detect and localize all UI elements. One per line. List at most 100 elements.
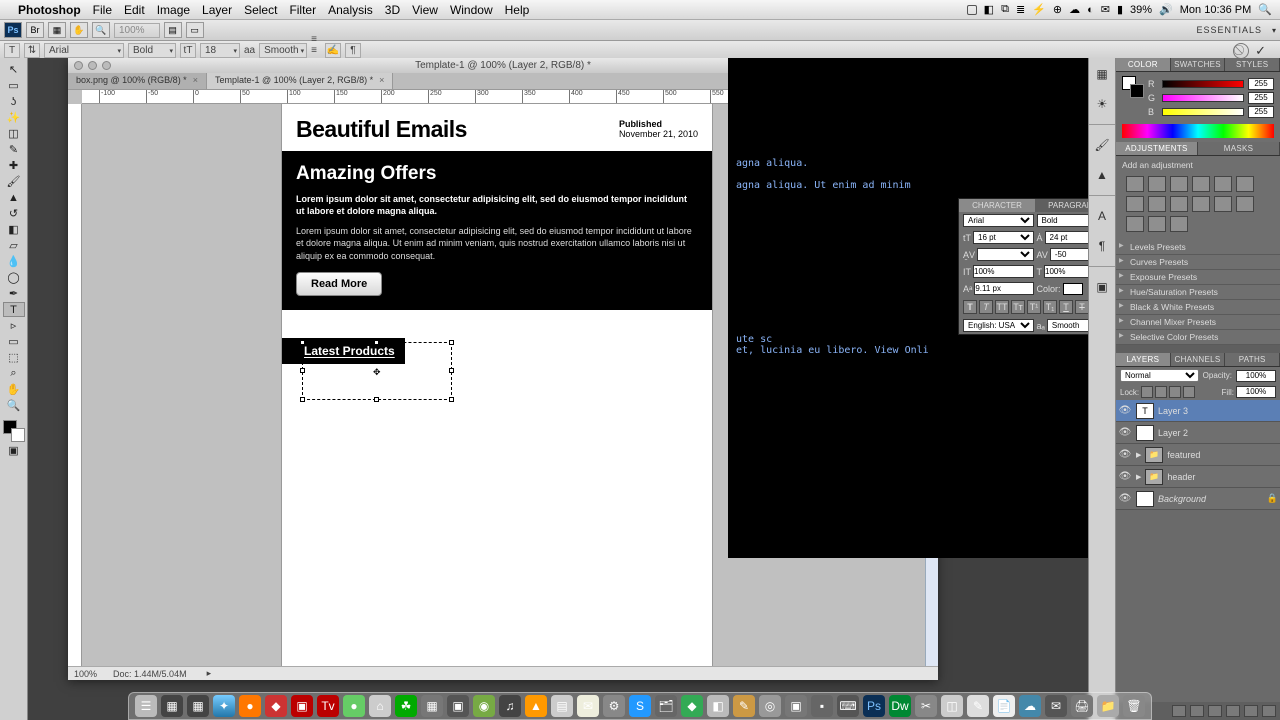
underline-button[interactable]: T [1059,300,1073,314]
tool-wand[interactable]: ✨ [3,110,25,125]
tool-move[interactable]: ↖ [3,62,25,77]
adj-poster-icon[interactable] [1214,196,1232,212]
menuextra-icon[interactable] [967,5,977,15]
dock-photoshop-icon[interactable]: Ps [863,695,885,717]
menuextra-icon[interactable]: ◐ [1087,4,1094,16]
adj-bw-icon[interactable] [1126,196,1144,212]
dock-terminal-icon[interactable]: ▪ [811,695,833,717]
char-language-select[interactable]: English: USA [963,319,1034,332]
superscript-button[interactable]: T¹ [1027,300,1041,314]
subscript-button[interactable]: T₁ [1043,300,1057,314]
preset-curves[interactable]: Curves Presets [1116,255,1280,270]
color-spectrum[interactable] [1122,124,1274,138]
menuextra-icon[interactable]: ⧉ [1001,3,1009,16]
preset-selective[interactable]: Selective Color Presets [1116,330,1280,345]
doc-tab[interactable]: box.png @ 100% (RGB/8) *× [68,73,207,89]
adj-selective-icon[interactable] [1148,216,1166,232]
menu-filter[interactable]: Filter [289,3,316,17]
adj-levels-icon[interactable] [1148,176,1166,192]
dock-app-icon[interactable]: ✎ [967,695,989,717]
char-hscale-input[interactable] [1044,265,1088,278]
preset-exposure[interactable]: Exposure Presets [1116,270,1280,285]
preset-bw[interactable]: Black & White Presets [1116,300,1280,315]
zoom-level[interactable]: 100% [74,669,97,679]
layer-name[interactable]: Layer 2 [1158,428,1188,438]
tool-zoom[interactable]: 🔍 [3,398,25,413]
preset-hue[interactable]: Hue/Saturation Presets [1116,285,1280,300]
smallcaps-button[interactable]: Tᴛ [1011,300,1025,314]
dock-app-icon[interactable]: ▣ [785,695,807,717]
menu-help[interactable]: Help [505,3,530,17]
tool-hand[interactable]: ✋ [3,382,25,397]
workspace-switcher[interactable]: ESSENTIALS [1196,25,1268,35]
swatches-tab[interactable]: SWATCHES [1171,58,1226,71]
dock-app-icon[interactable]: ▣ [291,695,313,717]
char-style-select[interactable]: Bold [1037,214,1089,227]
character-tab[interactable]: CHARACTER [959,199,1035,212]
expand-icon[interactable]: ▶ [1136,473,1141,481]
character-panel-button[interactable]: ¶ [345,43,361,58]
adj-gradmap-icon[interactable] [1126,216,1144,232]
ps-icon[interactable]: Ps [4,22,22,38]
char-kerning-select[interactable] [977,248,1033,261]
dock-app-icon[interactable]: ⌨ [837,695,859,717]
menuextra-icon[interactable]: ✉ [1101,3,1110,16]
char-aa-select[interactable]: Smooth [1047,319,1088,332]
adj-channel-icon[interactable] [1170,196,1188,212]
tool-stamp[interactable]: ▲ [3,190,25,205]
menu-select[interactable]: Select [244,3,277,17]
status-chevron-icon[interactable]: ▸ [207,668,212,679]
align-left-button[interactable]: ≡ [311,34,317,45]
type-tool-preset-icon[interactable]: T [4,43,20,58]
styles-tab[interactable]: STYLES [1225,58,1280,71]
adj-thresh-icon[interactable] [1236,196,1254,212]
dock-app-icon[interactable]: ⚙ [603,695,625,717]
tool-dodge[interactable]: ◯ [3,270,25,285]
tool-marquee[interactable]: ▭ [3,78,25,93]
visibility-icon[interactable]: 👁 [1118,449,1132,460]
history-panel-icon[interactable]: ▦ [1092,64,1112,84]
tool-pen[interactable]: ✒ [3,286,25,301]
transform-bounding-box[interactable]: ✥ [302,342,452,400]
tool-type[interactable]: T [3,302,25,317]
close-tab-icon[interactable]: × [193,75,198,85]
commit-edits-button[interactable]: ✓ [1255,43,1266,59]
tool-path[interactable]: ▹ [3,318,25,333]
navigator-panel-icon[interactable]: ▣ [1092,277,1112,297]
dock-app-icon[interactable]: ◉ [473,695,495,717]
adj-curves-icon[interactable] [1170,176,1188,192]
allcaps-button[interactable]: TT [995,300,1009,314]
dock-app-icon[interactable]: ◎ [759,695,781,717]
fill-input[interactable]: 100% [1236,386,1276,398]
color-tab[interactable]: COLOR [1116,58,1171,71]
adj-vibrance-icon[interactable] [1214,176,1232,192]
g-slider[interactable] [1162,94,1244,102]
layers-tab[interactable]: LAYERS [1116,353,1171,366]
opacity-input[interactable]: 100% [1236,370,1276,382]
visibility-icon[interactable]: 👁 [1118,405,1132,416]
char-font-select[interactable]: Arial [963,214,1034,227]
dock-app-icon[interactable]: ☁ [1019,695,1041,717]
r-value[interactable]: 255 [1248,78,1274,90]
actions-panel-icon[interactable]: ☀ [1092,94,1112,114]
menu-3d[interactable]: 3D [385,3,400,17]
fg-bg-colors[interactable] [3,420,25,442]
dock-app-icon[interactable]: ☘ [395,695,417,717]
adj-photo-icon[interactable] [1148,196,1166,212]
menu-analysis[interactable]: Analysis [328,3,373,17]
canvas[interactable]: Beautiful Emails Published November 21, … [282,104,712,666]
screenmode-button[interactable]: ▭ [186,22,204,38]
clone-panel-icon[interactable]: ▲ [1092,165,1112,185]
faux-bold-button[interactable]: T [963,300,977,314]
layer-thumb[interactable]: T [1136,403,1154,419]
tool-3d-camera[interactable]: ⌕ [3,366,25,381]
layer-name[interactable]: Layer 3 [1158,406,1188,416]
layer-row[interactable]: 👁 Layer 2 [1116,422,1280,444]
toolbar-button[interactable]: ▦ [48,22,66,38]
char-color-swatch[interactable] [1063,283,1083,295]
font-size-select[interactable]: 18 [200,43,240,58]
character-panel[interactable]: CHARACTER PARAGRAPH Arial Bold tT16 pt Ȧ… [958,198,1088,335]
layer-row[interactable]: 👁 ▶ 📁 featured [1116,444,1280,466]
menuextra-icon[interactable]: ⚡ [1032,3,1046,16]
tool-3d[interactable]: ⬚ [3,350,25,365]
